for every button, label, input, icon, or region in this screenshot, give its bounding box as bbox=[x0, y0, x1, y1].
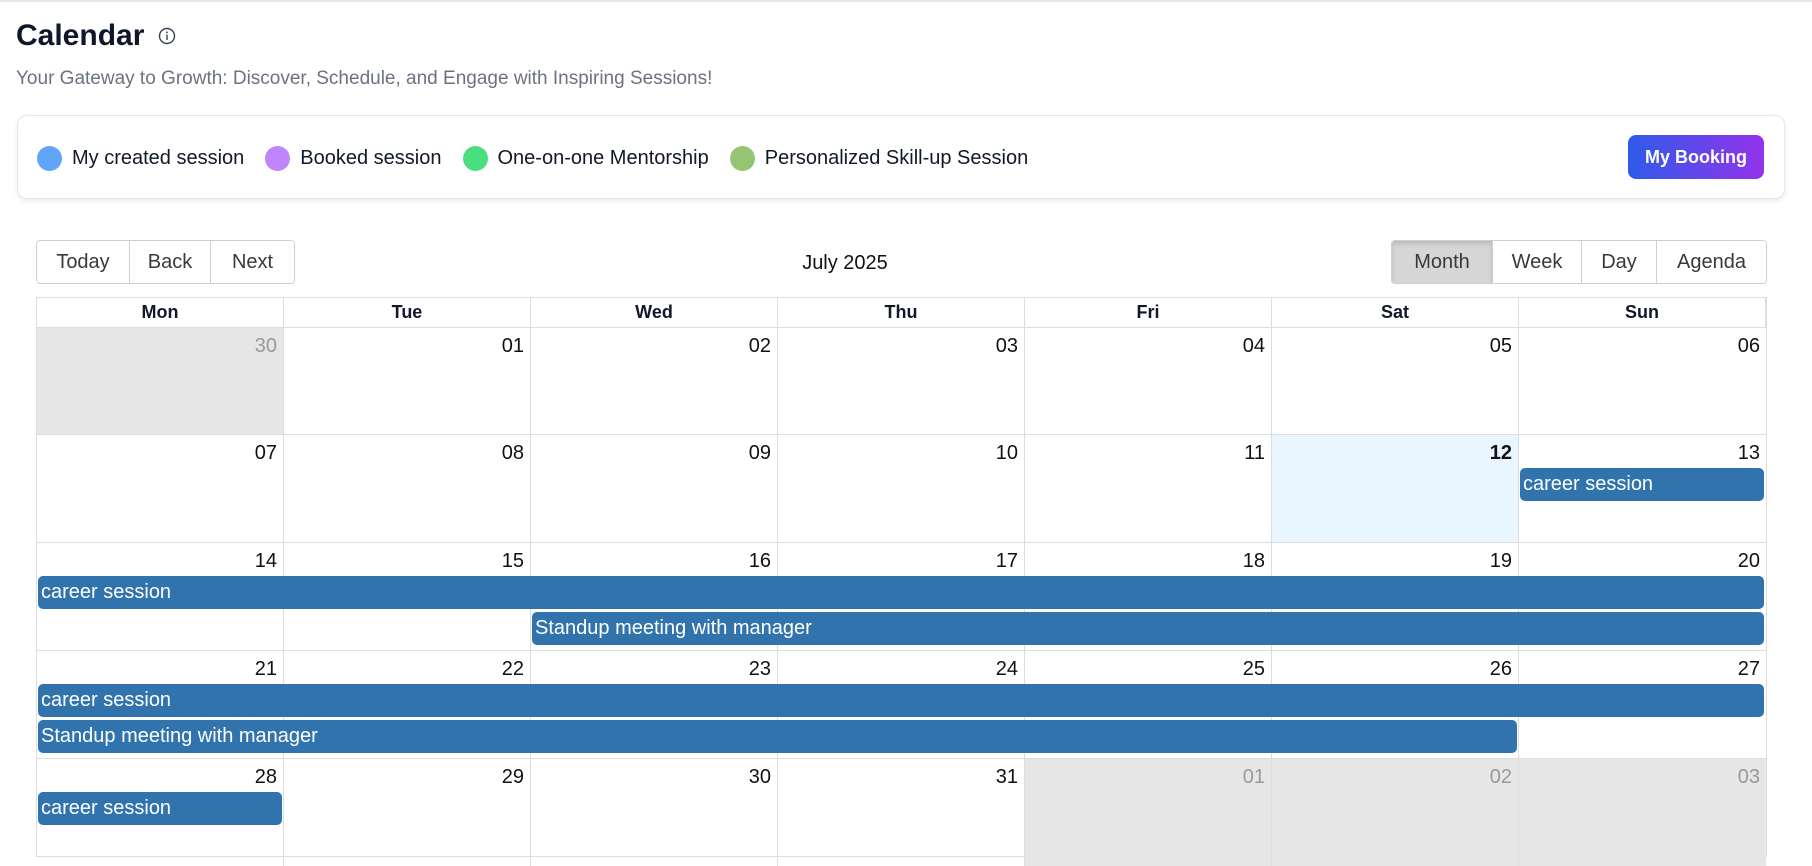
legend-label: Booked session bbox=[300, 146, 442, 169]
day-number[interactable]: 19 bbox=[1490, 550, 1512, 573]
info-circle-icon[interactable] bbox=[156, 25, 178, 47]
event-bar[interactable]: career session bbox=[1520, 468, 1764, 501]
day-number[interactable]: 06 bbox=[1738, 335, 1760, 358]
day-number[interactable]: 23 bbox=[749, 658, 771, 681]
month-view: Mon Tue Wed Thu Fri Sat Sun 30 01 02 03 04 05 06 07 08 0… bbox=[36, 297, 1767, 866]
calendar-month-label: July 2025 bbox=[802, 252, 888, 274]
day-cell[interactable]: 04 bbox=[1025, 327, 1272, 435]
day-cell[interactable]: 05 bbox=[1272, 327, 1519, 435]
legend-item: Booked session bbox=[265, 145, 442, 171]
next-button[interactable]: Next bbox=[211, 241, 294, 283]
my-booking-button[interactable]: My Booking bbox=[1628, 135, 1764, 179]
page-title: Calendar bbox=[16, 19, 145, 52]
legend-label: Personalized Skill-up Session bbox=[764, 146, 1029, 169]
day-number[interactable]: 02 bbox=[749, 335, 771, 358]
day-cell[interactable]: 30 bbox=[37, 327, 284, 435]
day-number[interactable]: 17 bbox=[996, 550, 1018, 573]
day-number[interactable]: 09 bbox=[749, 442, 771, 465]
day-number[interactable]: 28 bbox=[255, 766, 277, 789]
day-cell[interactable]: 11 bbox=[1025, 434, 1272, 542]
day-cell[interactable]: 30 bbox=[531, 758, 778, 866]
legend-dot bbox=[37, 145, 62, 171]
day-number[interactable]: 10 bbox=[996, 442, 1018, 465]
day-number[interactable]: 12 bbox=[1490, 442, 1512, 465]
page-header: Calendar bbox=[16, 16, 178, 56]
event-bar[interactable]: career session bbox=[38, 576, 1764, 609]
day-number[interactable]: 18 bbox=[1243, 550, 1265, 573]
legend-label: My created session bbox=[72, 146, 245, 169]
page-subtitle: Your Gateway to Growth: Discover, Schedu… bbox=[16, 68, 713, 89]
event-bar[interactable]: career session bbox=[38, 792, 282, 825]
day-number[interactable]: 14 bbox=[255, 550, 277, 573]
day-number[interactable]: 25 bbox=[1243, 658, 1265, 681]
day-cell[interactable]: 10 bbox=[778, 434, 1025, 542]
event-bar[interactable]: career session bbox=[38, 684, 1764, 717]
day-number[interactable]: 15 bbox=[502, 550, 524, 573]
view-day-button[interactable]: Day bbox=[1582, 241, 1657, 283]
day-cell[interactable]: 31 bbox=[778, 758, 1025, 866]
day-number[interactable]: 30 bbox=[255, 335, 277, 358]
calendar-nav-group: Today Back Next bbox=[36, 240, 295, 284]
day-number[interactable]: 04 bbox=[1243, 335, 1265, 358]
calendar-view-group: Month Week Day Agenda bbox=[1391, 240, 1767, 284]
day-number[interactable]: 01 bbox=[1243, 766, 1265, 789]
day-number[interactable]: 20 bbox=[1738, 550, 1760, 573]
weekday-header-mon: Mon bbox=[37, 298, 284, 327]
day-number[interactable]: 24 bbox=[996, 658, 1018, 681]
weekday-header-fri: Fri bbox=[1025, 298, 1272, 327]
day-number[interactable]: 29 bbox=[502, 766, 524, 789]
day-number[interactable]: 03 bbox=[996, 335, 1018, 358]
legend-label: One-on-one Mentorship bbox=[497, 146, 709, 169]
view-month-button[interactable]: Month bbox=[1392, 241, 1493, 283]
day-cell[interactable]: 06 bbox=[1519, 327, 1766, 435]
view-agenda-button[interactable]: Agenda bbox=[1657, 241, 1766, 283]
legend-dot bbox=[729, 145, 755, 171]
day-cell[interactable]: 01 bbox=[1025, 758, 1272, 866]
day-number[interactable]: 13 bbox=[1738, 442, 1760, 465]
weekday-header-wed: Wed bbox=[531, 298, 778, 327]
event-bar[interactable]: Standup meeting with manager bbox=[38, 720, 1517, 753]
day-number[interactable]: 16 bbox=[749, 550, 771, 573]
legend-item: One-on-one Mentorship bbox=[462, 145, 709, 171]
day-cell[interactable]: 02 bbox=[531, 327, 778, 435]
weekday-header-sat: Sat bbox=[1272, 298, 1519, 327]
day-number[interactable]: 01 bbox=[502, 335, 524, 358]
legend-dot bbox=[462, 145, 488, 171]
day-number[interactable]: 02 bbox=[1490, 766, 1512, 789]
day-number[interactable]: 08 bbox=[502, 442, 524, 465]
day-number[interactable]: 22 bbox=[502, 658, 524, 681]
day-number[interactable]: 30 bbox=[749, 766, 771, 789]
weekday-header-thu: Thu bbox=[778, 298, 1025, 327]
day-number[interactable]: 31 bbox=[996, 766, 1018, 789]
day-number[interactable]: 26 bbox=[1490, 658, 1512, 681]
day-cell[interactable]: 12 bbox=[1272, 434, 1519, 542]
weekday-header-tue: Tue bbox=[284, 298, 531, 327]
day-cell[interactable]: 03 bbox=[778, 327, 1025, 435]
day-number[interactable]: 21 bbox=[255, 658, 277, 681]
day-cell[interactable]: 02 bbox=[1272, 758, 1519, 866]
day-cell[interactable]: 29 bbox=[284, 758, 531, 866]
day-cell[interactable]: 07 bbox=[37, 434, 284, 542]
legend-item: My created session bbox=[37, 145, 245, 171]
back-button[interactable]: Back bbox=[130, 241, 211, 283]
day-number[interactable]: 05 bbox=[1490, 335, 1512, 358]
top-border bbox=[0, 0, 1812, 2]
day-number[interactable]: 07 bbox=[255, 442, 277, 465]
day-cell[interactable]: 08 bbox=[284, 434, 531, 542]
legend-dot bbox=[265, 145, 291, 171]
day-cell[interactable]: 09 bbox=[531, 434, 778, 542]
view-week-button[interactable]: Week bbox=[1493, 241, 1582, 283]
weekday-header-sun: Sun bbox=[1519, 298, 1766, 327]
day-number[interactable]: 11 bbox=[1244, 442, 1265, 465]
day-cell[interactable]: 01 bbox=[284, 327, 531, 435]
legend-item: Personalized Skill-up Session bbox=[729, 145, 1029, 171]
event-bar[interactable]: Standup meeting with manager bbox=[532, 612, 1764, 645]
day-cell[interactable]: 03 bbox=[1519, 758, 1766, 866]
day-number[interactable]: 27 bbox=[1738, 658, 1760, 681]
today-button[interactable]: Today bbox=[37, 241, 130, 283]
legend-card: My created session Booked session One-on-o… bbox=[17, 115, 1785, 199]
legend: My created session Booked session One-on-o… bbox=[37, 116, 1049, 200]
day-number[interactable]: 03 bbox=[1738, 766, 1760, 789]
